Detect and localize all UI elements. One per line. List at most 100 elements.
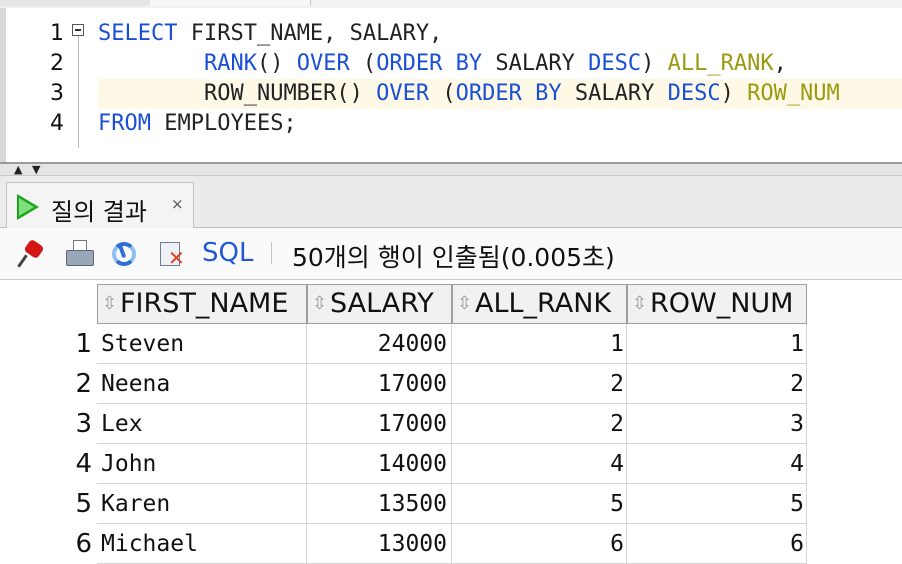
table-row[interactable]: 1 Steven 24000 1 1 [0,324,902,364]
editor-line[interactable]: 3 ROW_NUMBER() OVER (ORDER BY SALARY DES… [6,79,902,109]
sql-keyword: SELECT [98,21,178,46]
column-alias: ROW_NUM [747,81,840,106]
code-token: FIRST_NAME, SALARY, [177,21,443,46]
editor-tab-1[interactable] [0,0,151,6]
table-row[interactable]: 5 Karen 13500 5 5 [0,484,902,524]
row-number[interactable]: 4 [0,444,92,484]
column-alias: ALL_RANK [667,51,774,76]
cell-first-name[interactable]: Neena [97,364,307,404]
cell-all-rank[interactable]: 1 [452,324,627,364]
cell-salary[interactable]: 24000 [307,324,452,364]
line-number: 2 [50,51,64,76]
editor-tab-2[interactable] [150,0,311,6]
sort-icon: ⇳ [632,293,648,314]
cell-all-rank[interactable]: 5 [452,484,627,524]
sql-editor[interactable]: 1 SELECT FIRST_NAME, SALARY, 2 RANK() OVER… [0,8,902,162]
table-row[interactable]: 3 Lex 17000 2 3 [0,404,902,444]
cell-salary[interactable]: 13000 [307,524,452,564]
sql-keyword: OVER [376,81,430,106]
code-token: () [336,81,377,106]
cell-salary[interactable]: 17000 [307,404,452,444]
row-number[interactable]: 3 [0,404,92,444]
code-text[interactable]: FROM EMPLOYEES; [98,109,297,139]
sort-icon: ⇳ [457,293,473,314]
cell-row-num[interactable]: 6 [627,524,807,564]
cell-first-name[interactable]: Steven [97,324,307,364]
column-header-first-name[interactable]: ⇳ FIRST_NAME [97,284,307,324]
sort-icon: ⇳ [312,293,328,314]
pin-icon[interactable] [17,238,48,268]
cell-row-num[interactable]: 2 [627,364,807,404]
line-number: 4 [50,111,64,136]
code-token: , [773,51,787,76]
cell-salary[interactable]: 14000 [307,444,452,484]
cell-row-num[interactable]: 4 [627,444,807,484]
table-row[interactable]: 4 John 14000 4 4 [0,444,902,484]
cell-first-name[interactable]: John [97,444,307,484]
result-grid: ⇳ FIRST_NAME ⇳ SALARY ⇳ ALL_RANK ⇳ ROW_NUM 1… [0,280,902,564]
result-tab-bar: 질의 결과 × [0,176,902,228]
cell-first-name[interactable]: Lex [97,404,307,444]
code-token: ( [349,51,377,76]
sort-icon: ⇳ [102,293,118,314]
result-toolbar: ✕ SQL 50개의 행이 인출됨(0.005초) [0,228,902,280]
column-header-label: FIRST_NAME [120,288,289,319]
editor-line[interactable]: 2 RANK() OVER (ORDER BY SALARY DESC) ALL… [6,49,902,79]
code-token: EMPLOYEES; [150,111,297,136]
close-icon[interactable]: × [171,195,184,213]
code-token: SALARY [482,51,589,76]
column-header-label: SALARY [330,288,434,319]
sql-keyword: DESC [588,51,642,76]
row-number[interactable]: 5 [0,484,92,524]
refresh-icon[interactable] [110,240,140,268]
cell-all-rank[interactable]: 2 [452,404,627,444]
code-token: () [256,51,297,76]
row-number[interactable]: 2 [0,364,92,404]
sql-button[interactable]: SQL [202,238,253,268]
sql-keyword: RANK [203,51,257,76]
code-text[interactable]: RANK() OVER (ORDER BY SALARY DESC) ALL_R… [98,49,787,79]
cell-all-rank[interactable]: 6 [452,524,627,564]
cell-row-num[interactable]: 3 [627,404,807,444]
row-number[interactable]: 6 [0,524,92,564]
line-number: 1 [50,21,64,46]
code-token: ( [429,81,456,106]
cancel-icon[interactable]: ✕ [156,240,186,268]
line-number: 3 [50,81,64,106]
cell-row-num[interactable]: 1 [627,324,807,364]
code-token: ) [720,81,748,106]
editor-line[interactable]: 1 SELECT FIRST_NAME, SALARY, [6,19,902,49]
code-token: SALARY [561,81,668,106]
column-header-all-rank[interactable]: ⇳ ALL_RANK [452,284,627,324]
cell-salary[interactable]: 17000 [307,364,452,404]
cell-row-num[interactable]: 5 [627,484,807,524]
code-text[interactable]: SELECT FIRST_NAME, SALARY, [98,19,442,49]
tab-query-result[interactable]: 질의 결과 × [6,182,194,228]
cell-first-name[interactable]: Karen [97,484,307,524]
row-number[interactable]: 1 [0,324,92,364]
collapse-down-icon[interactable]: ▼ [32,164,40,175]
pane-splitter[interactable]: ▲ ▼ [0,162,902,176]
code-token: ) [641,51,668,76]
fetch-status: 50개의 행이 인출됨(0.005초) [292,243,615,272]
cell-salary[interactable]: 13500 [307,484,452,524]
cell-all-rank[interactable]: 4 [452,444,627,484]
editor-tab-strip [0,0,902,8]
column-header-label: ALL_RANK [475,288,612,319]
editor-line[interactable]: 4 FROM EMPLOYEES; [6,109,902,139]
column-header-salary[interactable]: ⇳ SALARY [307,284,452,324]
cell-all-rank[interactable]: 2 [452,364,627,404]
code-token: ROW_NUMBER [203,81,337,106]
table-row[interactable]: 2 Neena 17000 2 2 [0,364,902,404]
code-text[interactable]: ROW_NUMBER() OVER (ORDER BY SALARY DESC)… [98,79,840,109]
print-icon[interactable] [64,240,94,268]
column-header-row-num[interactable]: ⇳ ROW_NUM [627,284,807,324]
collapse-up-icon[interactable]: ▲ [14,164,22,175]
run-icon [17,194,39,220]
tab-label: 질의 결과 [51,198,147,226]
sql-keyword: FROM [98,111,151,136]
table-row[interactable]: 6 Michael 13000 6 6 [0,524,902,564]
cell-first-name[interactable]: Michael [97,524,307,564]
